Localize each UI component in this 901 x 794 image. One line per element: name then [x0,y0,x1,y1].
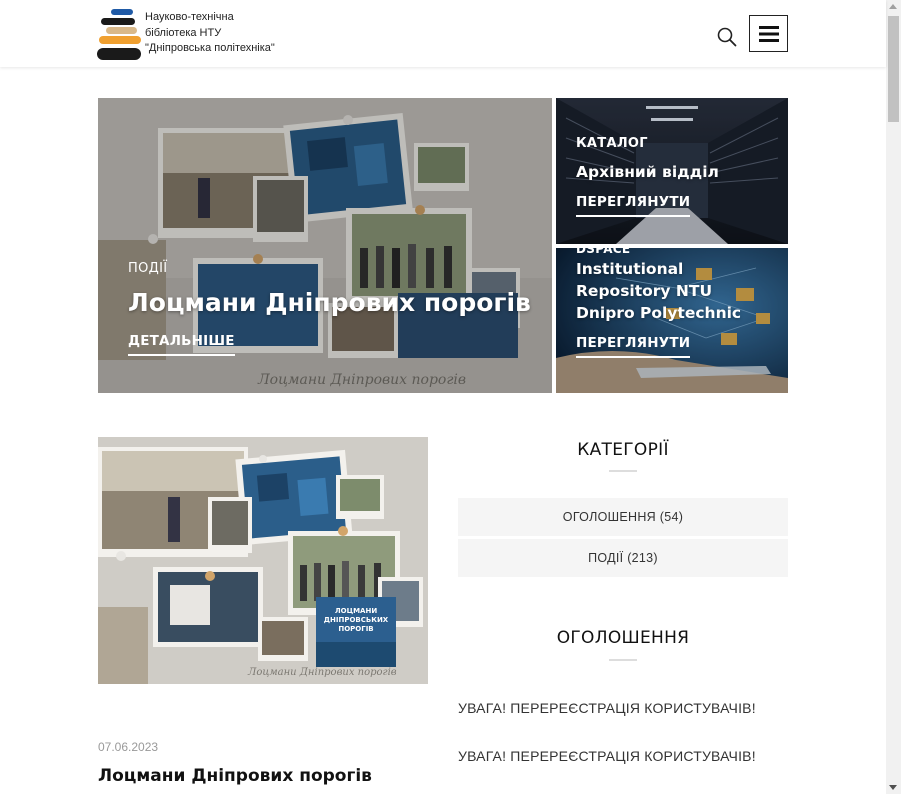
library-name-line1: Науково-технічна [145,11,234,23]
categories-divider [609,470,637,472]
hero-side2-title-line2: Repository NTU [576,282,713,300]
hamburger-menu-icon [758,25,779,42]
library-logo[interactable] [97,8,145,62]
search-icon [717,27,737,47]
library-name-line3: "Дніпровська політехніка" [145,42,275,54]
announcement-link[interactable]: УВАГА! ПЕРЕРЕЄСТРАЦІЯ КОРИСТУВАЧІВ! [458,700,756,716]
hero-main-more-link[interactable]: ДЕТАЛЬНІШЕ [128,333,235,356]
library-name-line2: бібліотека НТУ [145,26,222,39]
post-collage-caption: Лоцмани Дніпрових порогів [247,667,397,678]
scroll-down-arrow-icon[interactable] [889,785,897,790]
poster-line3: ПОРОГІВ [338,625,373,633]
post-date: 07.06.2023 [98,740,159,754]
site-header: Науково-технічна бібліотека НТУ "Дніпров… [0,0,886,67]
post-collage-image: ЛОЦМАНИ ДНІПРОВСЬКИХ ПОРОГІВ Лоцмани Дні… [98,437,428,684]
library-name[interactable]: Науково-технічна бібліотека НТУ "Дніпров… [145,10,325,57]
hero-side2-title-line1: Institutional [576,260,684,278]
post-title[interactable]: Лоцмани Дніпрових порогів [98,766,372,786]
categories-heading: КАТЕГОРІЇ [577,440,669,460]
category-announcements[interactable]: ОГОЛОШЕННЯ (54) [458,498,788,536]
search-button[interactable] [716,26,738,48]
hero-side1-category[interactable]: КАТАЛОГ [576,136,719,151]
scroll-up-arrow-icon[interactable] [889,4,897,9]
hero-side1-content: КАТАЛОГ Архівний відділ ПЕРЕГЛЯНУТИ [576,136,719,217]
poster-line2: ДНІПРОВСЬКИХ [324,616,389,624]
post-thumbnail[interactable]: ЛОЦМАНИ ДНІПРОВСЬКИХ ПОРОГІВ Лоцмани Дні… [98,437,428,684]
poster-line1: ЛОЦМАНИ [335,607,378,615]
poster-card: ЛОЦМАНИ ДНІПРОВСЬКИХ ПОРОГІВ [316,597,396,667]
announcement-link[interactable]: УВАГА! ПЕРЕРЕЄСТРАЦІЯ КОРИСТУВАЧІВ! [458,748,756,764]
announcements-heading: ОГОЛОШЕННЯ [556,628,690,648]
hero-main-content: ПОДІЇ Лоцмани Дніпрових порогів ДЕТАЛЬНІ… [128,261,531,356]
hero-catalog-card[interactable]: КАТАЛОГ Архівний відділ ПЕРЕГЛЯНУТИ [556,98,788,244]
scrollbar-thumb[interactable] [888,16,899,122]
hero-side2-content: DSPACE Institutional Repository NTU Dnip… [576,248,741,358]
hero-side2-view-link[interactable]: ПЕРЕГЛЯНУТИ [576,335,691,358]
menu-button[interactable] [749,15,788,52]
page-scrollbar[interactable] [886,0,901,794]
hero-side2-title-line3: Dnipro Polytechnic [576,304,742,322]
hero-main-title[interactable]: Лоцмани Дніпрових порогів [128,288,531,318]
hero-featured-event[interactable]: Лоцмани Дніпрових порогів ПОДІЇ Лоцмани … [98,98,552,393]
hero-side2-title[interactable]: Institutional Repository NTU Dnipro Poly… [576,258,741,324]
category-events[interactable]: ПОДІЇ (213) [458,539,788,577]
hero-main-category[interactable]: ПОДІЇ [128,261,531,276]
hero-side1-title[interactable]: Архівний відділ [576,161,719,183]
hero-side1-view-link[interactable]: ПЕРЕГЛЯНУТИ [576,194,691,217]
hero-side2-category[interactable]: DSPACE [576,248,741,256]
hero-dspace-card[interactable]: DSPACE Institutional Repository NTU Dnip… [556,248,788,393]
announcements-divider [609,659,637,661]
